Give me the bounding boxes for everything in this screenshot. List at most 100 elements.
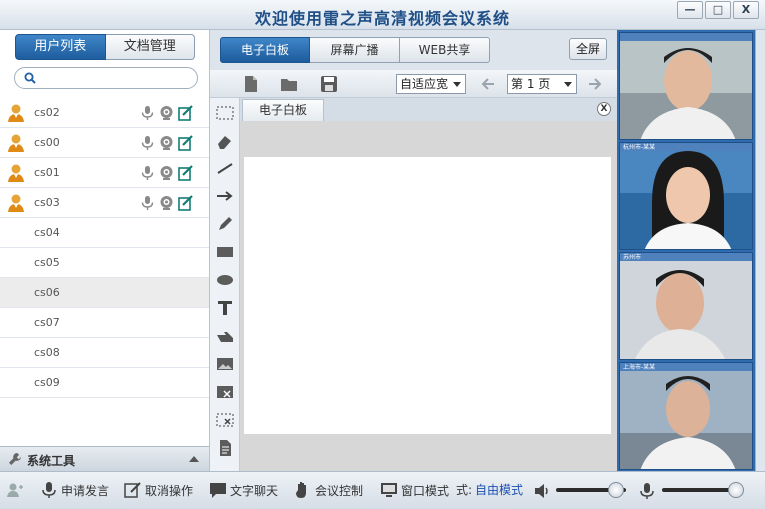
user-name: cs06: [34, 286, 60, 299]
video-scrollbar[interactable]: [755, 30, 765, 471]
whiteboard-permission-icon[interactable]: [178, 105, 193, 121]
video-tile-1[interactable]: [619, 32, 753, 140]
search-input[interactable]: [41, 70, 191, 86]
text-tool-icon[interactable]: [215, 298, 235, 318]
mic-volume-icon[interactable]: [638, 482, 656, 500]
new-file-icon[interactable]: [242, 75, 260, 93]
minimize-button[interactable]: —: [677, 1, 703, 19]
open-folder-icon[interactable]: [280, 75, 298, 93]
system-tools-label: 系统工具: [27, 454, 76, 468]
select-rect-icon[interactable]: [215, 103, 235, 123]
tab-user-list[interactable]: 用户列表: [15, 34, 106, 60]
user-row[interactable]: cs09: [0, 368, 209, 398]
drawing-tools: [210, 98, 240, 471]
line-tool-icon[interactable]: [215, 158, 235, 178]
region-capture-icon[interactable]: [215, 410, 235, 430]
user-row[interactable]: cs04: [0, 218, 209, 248]
screenshot-icon[interactable]: [215, 382, 235, 402]
edit-icon: [124, 482, 141, 498]
whiteboard-page-tab[interactable]: 电子白板: [242, 99, 324, 121]
meeting-control-button[interactable]: 会议控制: [294, 481, 363, 499]
add-user-button[interactable]: [6, 481, 24, 499]
arrow-tool-icon[interactable]: [215, 186, 235, 206]
video-tile-4[interactable]: 上海市-某某: [619, 362, 753, 470]
maximize-button[interactable]: □: [705, 1, 731, 19]
whiteboard-canvas[interactable]: [244, 157, 611, 434]
microphone-icon[interactable]: [140, 165, 155, 181]
participant-video-1: [620, 33, 752, 139]
text-chat-button[interactable]: 文字聊天: [209, 481, 278, 499]
user-avatar-icon: [8, 104, 24, 122]
camera-icon[interactable]: [159, 195, 174, 211]
tab-web-share[interactable]: WEB共享: [400, 37, 490, 63]
monitor-icon: [381, 483, 397, 497]
save-icon[interactable]: [320, 75, 338, 93]
user-name: cs05: [34, 256, 60, 269]
user-row[interactable]: cs07: [0, 308, 209, 338]
fullscreen-button[interactable]: 全屏: [569, 38, 607, 60]
tab-whiteboard[interactable]: 电子白板: [220, 37, 310, 63]
mode-indicator[interactable]: 式: 自由模式: [456, 481, 523, 498]
close-button[interactable]: X: [733, 1, 759, 19]
whiteboard-permission-icon[interactable]: [178, 135, 193, 151]
user-name: cs07: [34, 316, 60, 329]
camera-icon[interactable]: [159, 165, 174, 181]
video-caption: 苏州市: [623, 254, 642, 261]
user-row[interactable]: cs03: [0, 188, 209, 218]
whiteboard-permission-icon[interactable]: [178, 165, 193, 181]
text-chat-label: 文字聊天: [230, 483, 279, 498]
camera-icon[interactable]: [159, 105, 174, 121]
tab-document-management[interactable]: 文档管理: [105, 34, 195, 60]
camera-icon[interactable]: [159, 135, 174, 151]
bottom-toolbar: 申请发言 取消操作 文字聊天 会议控制 窗口模式 式: 自由模式: [0, 471, 765, 509]
user-row[interactable]: cs02: [0, 98, 209, 128]
speaker-volume-slider[interactable]: [556, 482, 626, 498]
mode-prefix: 式:: [456, 483, 473, 497]
window-mode-button[interactable]: 窗口模式: [380, 481, 449, 499]
video-panel: 杭州市-某某 苏州市 上海市-某某: [617, 30, 765, 471]
image-tool-icon[interactable]: [215, 354, 235, 374]
video-caption: 杭州市-某某: [623, 144, 656, 151]
zoom-select[interactable]: 自适应宽: [396, 74, 466, 94]
free-mode-label: 自由模式: [475, 483, 524, 497]
user-name: cs01: [34, 166, 60, 179]
ellipse-tool-icon[interactable]: [215, 270, 235, 290]
request-speak-button[interactable]: 申请发言: [40, 481, 109, 499]
user-row[interactable]: cs01: [0, 158, 209, 188]
participant-video-2: [620, 143, 752, 249]
zoom-value: 自适应宽: [400, 77, 449, 91]
pointer-hand-icon[interactable]: [215, 326, 235, 346]
microphone-icon[interactable]: [140, 195, 155, 211]
eraser-icon[interactable]: [215, 131, 235, 151]
cancel-operation-button[interactable]: 取消操作: [124, 481, 193, 499]
main-area: 电子白板 屏幕广播 WEB共享 全屏 自适应宽 第 1 页 电子白板 X: [210, 30, 617, 471]
user-row[interactable]: cs06: [0, 278, 209, 308]
mic-volume-knob[interactable]: [728, 482, 745, 498]
next-page-icon[interactable]: [587, 76, 603, 92]
video-tile-2[interactable]: 杭州市-某某: [619, 142, 753, 250]
speaker-volume-knob[interactable]: [607, 482, 624, 498]
user-avatar-icon: [8, 134, 24, 152]
expand-arrow-icon[interactable]: [189, 456, 199, 462]
close-icon[interactable]: X: [597, 102, 611, 116]
document-icon[interactable]: [215, 438, 235, 458]
page-select[interactable]: 第 1 页: [507, 74, 577, 94]
pencil-icon[interactable]: [215, 214, 235, 234]
cancel-operation-label: 取消操作: [145, 483, 194, 498]
mic-volume-slider[interactable]: [662, 482, 745, 498]
prev-page-icon[interactable]: [480, 76, 496, 92]
tab-screen-broadcast[interactable]: 屏幕广播: [310, 37, 400, 63]
left-panel: 用户列表 文档管理 cs02 cs00 cs01 cs03 cs04 cs05 cs06 cs…: [0, 30, 210, 471]
speaker-icon[interactable]: [533, 482, 551, 500]
user-row[interactable]: cs05: [0, 248, 209, 278]
add-user-icon: [7, 483, 23, 497]
user-name: cs08: [34, 346, 60, 359]
rectangle-tool-icon[interactable]: [215, 242, 235, 262]
microphone-icon[interactable]: [140, 135, 155, 151]
user-row[interactable]: cs08: [0, 338, 209, 368]
user-row[interactable]: cs00: [0, 128, 209, 158]
video-tile-3[interactable]: 苏州市: [619, 252, 753, 360]
microphone-icon[interactable]: [140, 105, 155, 121]
system-tools-bar[interactable]: 系统工具: [0, 446, 209, 471]
whiteboard-permission-icon[interactable]: [178, 195, 193, 211]
